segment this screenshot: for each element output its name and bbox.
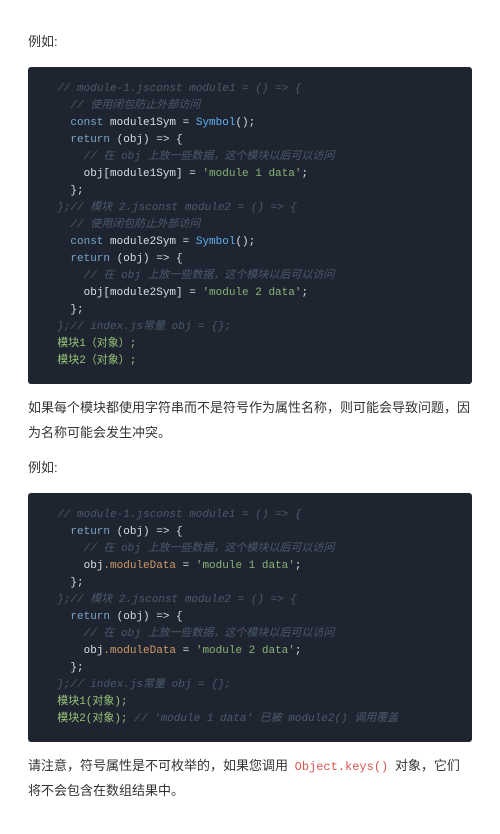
code-line: // module-1.jsconst module1 = () => { <box>44 509 301 521</box>
code-token: return <box>44 611 117 623</box>
code-token: ; <box>295 645 302 657</box>
code-line: // 在 obj 上放一些数据，这个模块以后可以访问 <box>44 270 334 282</box>
code-token: (obj) => { <box>117 134 183 146</box>
code-token: return <box>44 134 117 146</box>
code-block-2: // module-1.jsconst module1 = () => { re… <box>28 493 472 743</box>
code-token: module2Sym = <box>110 236 196 248</box>
code-token: return <box>44 526 117 538</box>
code-token: (obj) => { <box>117 253 183 265</box>
code-token: 'module 2 data' <box>202 287 301 299</box>
code-line: 模块2（对象）; <box>44 355 136 367</box>
code-token: .moduleData <box>103 645 176 657</box>
code-token: 'module 2 data' <box>196 645 295 657</box>
code-token: const <box>44 236 110 248</box>
code-token: // 'module 1 data' 已被 module2() 调用覆盖 <box>134 713 398 725</box>
code-token: (obj) => { <box>117 526 183 538</box>
inline-code-object-keys: Object.keys() <box>292 759 392 775</box>
code-token: return <box>44 253 117 265</box>
code-token: 模块2(对象); <box>44 713 134 725</box>
intro-label: 例如: <box>28 30 472 55</box>
code-token: obj <box>44 645 103 657</box>
code-line: // 在 obj 上放一些数据，这个模块以后可以访问 <box>44 151 334 163</box>
code-token: ; <box>301 287 308 299</box>
code-token: Symbol <box>196 117 236 129</box>
code-line: };// index.js常量 obj = {}; <box>44 679 231 691</box>
text-run: 请注意，符号属性是不可枚举的，如果您调用 <box>28 758 292 773</box>
code-token: ; <box>301 168 308 180</box>
code-line: 模块1(对象); <box>44 696 128 708</box>
code-line: // 使用闭包防止外部访问 <box>44 100 200 112</box>
code-line: };// index.js常量 obj = {}; <box>44 321 231 333</box>
code-line: };// 模块 2.jsconst module2 = () => { <box>44 594 297 606</box>
example-label: 例如: <box>28 456 472 481</box>
code-token: obj <box>44 560 103 572</box>
code-line: // 在 obj 上放一些数据，这个模块以后可以访问 <box>44 543 334 555</box>
code-token: 'module 1 data' <box>202 168 301 180</box>
explanation-paragraph: 如果每个模块都使用字符串而不是符号作为属性名称，则可能会导致问题，因为名称可能会… <box>28 396 472 445</box>
code-line: }; <box>44 304 84 316</box>
code-line: }; <box>44 577 84 589</box>
code-line: }; <box>44 185 84 197</box>
code-token: .moduleData <box>103 560 176 572</box>
code-line: };// 模块 2.jsconst module2 = () => { <box>44 202 297 214</box>
closing-paragraph: 请注意，符号属性是不可枚举的，如果您调用 Object.keys() 对象，它们… <box>28 754 472 803</box>
code-line: // 在 obj 上放一些数据，这个模块以后可以访问 <box>44 628 334 640</box>
code-token: const <box>44 117 110 129</box>
code-token: (obj) => { <box>117 611 183 623</box>
code-token: obj[module1Sym] = <box>44 168 202 180</box>
code-line: 模块1（对象）; <box>44 338 136 350</box>
code-token: module1Sym = <box>110 117 196 129</box>
code-token: obj[module2Sym] = <box>44 287 202 299</box>
code-token: 'module 1 data' <box>196 560 295 572</box>
code-token: Symbol <box>196 236 236 248</box>
code-token: ; <box>295 560 302 572</box>
code-line: // module-1.jsconst module1 = () => { <box>44 83 301 95</box>
code-token: (); <box>235 117 255 129</box>
code-token: (); <box>235 236 255 248</box>
code-block-1: // module-1.jsconst module1 = () => { //… <box>28 67 472 385</box>
code-line: // 使用闭包防止外部访问 <box>44 219 200 231</box>
code-token: = <box>176 560 196 572</box>
code-line: }; <box>44 662 84 674</box>
code-token: = <box>176 645 196 657</box>
